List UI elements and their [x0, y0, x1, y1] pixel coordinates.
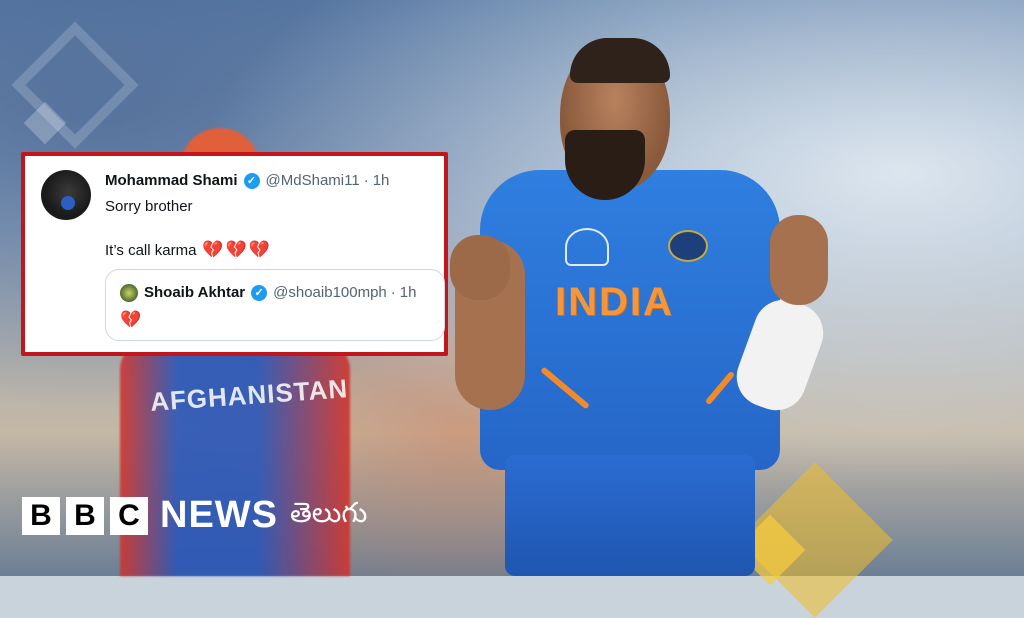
separator-dot: ·	[390, 284, 396, 301]
tweet-card: Mohammad Shami ✓ @MdShami11 · 1h Sorry b…	[21, 152, 448, 356]
tweet-author-handle[interactable]: @MdShami11	[266, 172, 360, 189]
tweet-author-name[interactable]: Mohammad Shami	[105, 172, 238, 189]
broken-heart-emoji: 💔	[120, 310, 142, 329]
avatar[interactable]	[41, 170, 91, 220]
bbc-letter-block: B	[66, 496, 104, 535]
bbc-language-label: తెలుగు	[290, 495, 368, 529]
tweet-text: It’s call karma	[105, 241, 197, 259]
quoted-time[interactable]: 1h	[400, 284, 417, 301]
quoted-avatar[interactable]	[120, 284, 138, 302]
cricket-ball-icon	[61, 196, 75, 210]
bcci-crest-icon	[668, 230, 708, 262]
verified-badge-icon: ✓	[243, 172, 260, 189]
quoted-tweet[interactable]: Shoaib Akhtar ✓ @shoaib100mph · 1h 💔	[105, 269, 445, 341]
tweet-text-line: Sorry brother	[105, 198, 193, 215]
jersey-india-text: INDIA	[555, 280, 674, 324]
player-trousers	[505, 455, 755, 576]
bbc-news-logo: B B C NEWS తెలుగు	[22, 494, 367, 537]
player-hair	[570, 38, 670, 83]
player-right-fist	[770, 215, 828, 305]
quoted-tweet-header: Shoaib Akhtar ✓ @shoaib100mph · 1h	[144, 284, 416, 301]
bbc-news-wordmark: NEWS	[160, 494, 278, 536]
quoted-author-name[interactable]: Shoaib Akhtar	[144, 284, 245, 301]
world-cup-logo-icon	[565, 228, 609, 266]
quoted-author-handle[interactable]: @shoaib100mph	[273, 284, 387, 301]
player-left-fist	[450, 235, 510, 300]
broken-heart-emoji: 💔💔💔	[202, 240, 272, 259]
tweet-text-line: It’s call karma 💔💔💔	[105, 240, 272, 260]
verified-badge-icon: ✓	[251, 284, 268, 301]
tweet-time[interactable]: 1h	[373, 172, 390, 189]
bbc-letter-block: C	[110, 496, 148, 535]
bbc-letter-block: B	[22, 496, 60, 535]
separator-dot: ·	[363, 172, 369, 189]
tweet-header: Mohammad Shami ✓ @MdShami11 · 1h	[105, 172, 389, 189]
